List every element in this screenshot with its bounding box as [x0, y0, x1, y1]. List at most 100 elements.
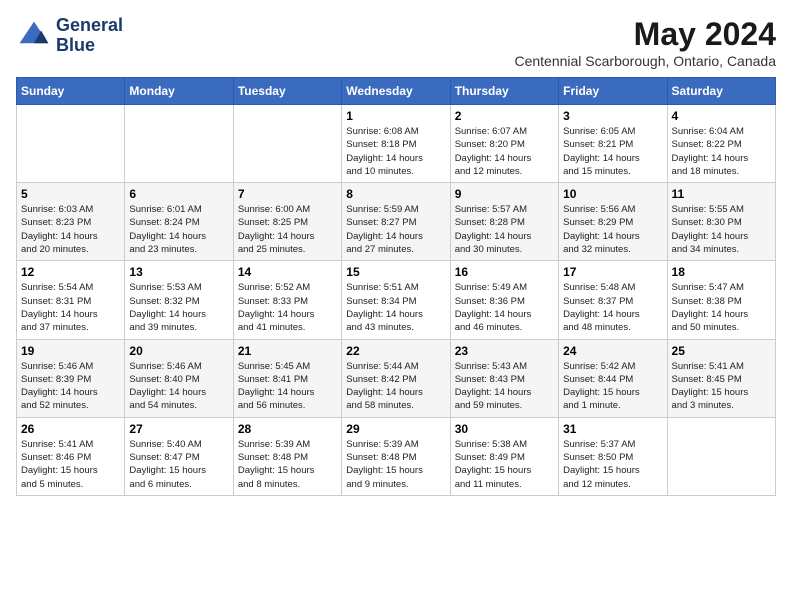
day-info: Sunrise: 6:04 AM Sunset: 8:22 PM Dayligh…: [672, 125, 771, 178]
calendar-day-cell: 9 Sunrise: 5:57 AM Sunset: 8:28 PM Daylig…: [450, 183, 558, 261]
day-number: 24: [563, 344, 662, 358]
weekday-header-cell: Monday: [125, 78, 233, 105]
day-number: 15: [346, 265, 445, 279]
calendar-day-cell: 17Sunrise: 5:48 AM Sunset: 8:37 PM Dayli…: [559, 261, 667, 339]
day-number: 1: [346, 109, 445, 123]
day-info: Sunrise: 5:39 AM Sunset: 8:48 PM Dayligh…: [238, 438, 337, 491]
day-info: Sunrise: 5:59 AM Sunset: 8:27 PM Dayligh…: [346, 203, 445, 256]
calendar-day-cell: 22 Sunrise: 5:44 AM Sunset: 8:42 PM Dayli…: [342, 339, 450, 417]
calendar-day-cell: [125, 105, 233, 183]
title-section: May 2024 Centennial Scarborough, Ontario…: [514, 16, 776, 69]
calendar-day-cell: 12 Sunrise: 5:54 AM Sunset: 8:31 PM Dayli…: [17, 261, 125, 339]
calendar-day-cell: 29 Sunrise: 5:39 AM Sunset: 8:48 PM Dayli…: [342, 417, 450, 495]
day-number: 9: [455, 187, 554, 201]
logo: General Blue: [16, 16, 123, 56]
page-header: General Blue May 2024 Centennial Scarbor…: [16, 16, 776, 69]
weekday-header-row: SundayMondayTuesdayWednesdayThursdayFrid…: [17, 78, 776, 105]
location-title: Centennial Scarborough, Ontario, Canada: [514, 53, 776, 69]
day-number: 19: [21, 344, 120, 358]
day-number: 4: [672, 109, 771, 123]
day-info: Sunrise: 5:41 AM Sunset: 8:45 PM Dayligh…: [672, 360, 771, 413]
logo-icon: [16, 18, 52, 54]
day-info: Sunrise: 6:00 AM Sunset: 8:25 PM Dayligh…: [238, 203, 337, 256]
calendar-day-cell: 3 Sunrise: 6:05 AM Sunset: 8:21 PM Daylig…: [559, 105, 667, 183]
calendar-day-cell: [667, 417, 775, 495]
calendar-day-cell: 5 Sunrise: 6:03 AM Sunset: 8:23 PM Daylig…: [17, 183, 125, 261]
day-number: 28: [238, 422, 337, 436]
day-info: Sunrise: 6:03 AM Sunset: 8:23 PM Dayligh…: [21, 203, 120, 256]
day-info: Sunrise: 6:05 AM Sunset: 8:21 PM Dayligh…: [563, 125, 662, 178]
weekday-header-cell: Thursday: [450, 78, 558, 105]
day-info: Sunrise: 6:01 AM Sunset: 8:24 PM Dayligh…: [129, 203, 228, 256]
weekday-header-cell: Friday: [559, 78, 667, 105]
day-number: 6: [129, 187, 228, 201]
day-number: 3: [563, 109, 662, 123]
calendar-day-cell: 26Sunrise: 5:41 AM Sunset: 8:46 PM Dayli…: [17, 417, 125, 495]
day-info: Sunrise: 5:39 AM Sunset: 8:48 PM Dayligh…: [346, 438, 445, 491]
calendar-day-cell: 20Sunrise: 5:46 AM Sunset: 8:40 PM Dayli…: [125, 339, 233, 417]
calendar-day-cell: 2 Sunrise: 6:07 AM Sunset: 8:20 PM Daylig…: [450, 105, 558, 183]
day-info: Sunrise: 5:45 AM Sunset: 8:41 PM Dayligh…: [238, 360, 337, 413]
day-number: 25: [672, 344, 771, 358]
weekday-header-cell: Tuesday: [233, 78, 341, 105]
calendar-day-cell: 7 Sunrise: 6:00 AM Sunset: 8:25 PM Daylig…: [233, 183, 341, 261]
calendar-day-cell: 11Sunrise: 5:55 AM Sunset: 8:30 PM Dayli…: [667, 183, 775, 261]
day-info: Sunrise: 5:57 AM Sunset: 8:28 PM Dayligh…: [455, 203, 554, 256]
calendar-day-cell: 14Sunrise: 5:52 AM Sunset: 8:33 PM Dayli…: [233, 261, 341, 339]
calendar-day-cell: 10Sunrise: 5:56 AM Sunset: 8:29 PM Dayli…: [559, 183, 667, 261]
day-number: 16: [455, 265, 554, 279]
day-number: 27: [129, 422, 228, 436]
day-number: 7: [238, 187, 337, 201]
day-info: Sunrise: 5:42 AM Sunset: 8:44 PM Dayligh…: [563, 360, 662, 413]
calendar-day-cell: 24 Sunrise: 5:42 AM Sunset: 8:44 PM Dayli…: [559, 339, 667, 417]
calendar-day-cell: 18 Sunrise: 5:47 AM Sunset: 8:38 PM Dayli…: [667, 261, 775, 339]
calendar-body: 1 Sunrise: 6:08 AM Sunset: 8:18 PM Daylig…: [17, 105, 776, 496]
day-number: 17: [563, 265, 662, 279]
day-info: Sunrise: 5:41 AM Sunset: 8:46 PM Dayligh…: [21, 438, 120, 491]
calendar-day-cell: 23Sunrise: 5:43 AM Sunset: 8:43 PM Dayli…: [450, 339, 558, 417]
day-info: Sunrise: 5:56 AM Sunset: 8:29 PM Dayligh…: [563, 203, 662, 256]
day-info: Sunrise: 6:07 AM Sunset: 8:20 PM Dayligh…: [455, 125, 554, 178]
day-info: Sunrise: 5:53 AM Sunset: 8:32 PM Dayligh…: [129, 281, 228, 334]
day-info: Sunrise: 5:51 AM Sunset: 8:34 PM Dayligh…: [346, 281, 445, 334]
day-number: 30: [455, 422, 554, 436]
calendar-day-cell: 30Sunrise: 5:38 AM Sunset: 8:49 PM Dayli…: [450, 417, 558, 495]
day-info: Sunrise: 5:55 AM Sunset: 8:30 PM Dayligh…: [672, 203, 771, 256]
day-info: Sunrise: 5:40 AM Sunset: 8:47 PM Dayligh…: [129, 438, 228, 491]
day-info: Sunrise: 5:54 AM Sunset: 8:31 PM Dayligh…: [21, 281, 120, 334]
calendar-week-row: 19 Sunrise: 5:46 AM Sunset: 8:39 PM Dayli…: [17, 339, 776, 417]
day-number: 12: [21, 265, 120, 279]
day-number: 5: [21, 187, 120, 201]
calendar-week-row: 5 Sunrise: 6:03 AM Sunset: 8:23 PM Daylig…: [17, 183, 776, 261]
calendar-day-cell: 31Sunrise: 5:37 AM Sunset: 8:50 PM Dayli…: [559, 417, 667, 495]
calendar-day-cell: 15 Sunrise: 5:51 AM Sunset: 8:34 PM Dayli…: [342, 261, 450, 339]
day-number: 29: [346, 422, 445, 436]
day-info: Sunrise: 5:43 AM Sunset: 8:43 PM Dayligh…: [455, 360, 554, 413]
calendar-week-row: 26Sunrise: 5:41 AM Sunset: 8:46 PM Dayli…: [17, 417, 776, 495]
calendar-day-cell: 19 Sunrise: 5:46 AM Sunset: 8:39 PM Dayli…: [17, 339, 125, 417]
day-info: Sunrise: 5:49 AM Sunset: 8:36 PM Dayligh…: [455, 281, 554, 334]
calendar-day-cell: 8Sunrise: 5:59 AM Sunset: 8:27 PM Daylig…: [342, 183, 450, 261]
day-number: 22: [346, 344, 445, 358]
day-info: Sunrise: 5:47 AM Sunset: 8:38 PM Dayligh…: [672, 281, 771, 334]
calendar-day-cell: 28 Sunrise: 5:39 AM Sunset: 8:48 PM Dayli…: [233, 417, 341, 495]
day-info: Sunrise: 5:52 AM Sunset: 8:33 PM Dayligh…: [238, 281, 337, 334]
calendar-table: SundayMondayTuesdayWednesdayThursdayFrid…: [16, 77, 776, 496]
day-info: Sunrise: 6:08 AM Sunset: 8:18 PM Dayligh…: [346, 125, 445, 178]
day-info: Sunrise: 5:37 AM Sunset: 8:50 PM Dayligh…: [563, 438, 662, 491]
calendar-header: SundayMondayTuesdayWednesdayThursdayFrid…: [17, 78, 776, 105]
calendar-day-cell: 13Sunrise: 5:53 AM Sunset: 8:32 PM Dayli…: [125, 261, 233, 339]
day-info: Sunrise: 5:46 AM Sunset: 8:40 PM Dayligh…: [129, 360, 228, 413]
calendar-week-row: 12 Sunrise: 5:54 AM Sunset: 8:31 PM Dayli…: [17, 261, 776, 339]
day-number: 18: [672, 265, 771, 279]
calendar-week-row: 1 Sunrise: 6:08 AM Sunset: 8:18 PM Daylig…: [17, 105, 776, 183]
calendar-day-cell: 16 Sunrise: 5:49 AM Sunset: 8:36 PM Dayli…: [450, 261, 558, 339]
day-info: Sunrise: 5:44 AM Sunset: 8:42 PM Dayligh…: [346, 360, 445, 413]
calendar-day-cell: 6 Sunrise: 6:01 AM Sunset: 8:24 PM Daylig…: [125, 183, 233, 261]
calendar-day-cell: 25 Sunrise: 5:41 AM Sunset: 8:45 PM Dayli…: [667, 339, 775, 417]
calendar-day-cell: [233, 105, 341, 183]
weekday-header-cell: Sunday: [17, 78, 125, 105]
day-number: 2: [455, 109, 554, 123]
calendar-day-cell: [17, 105, 125, 183]
day-info: Sunrise: 5:46 AM Sunset: 8:39 PM Dayligh…: [21, 360, 120, 413]
